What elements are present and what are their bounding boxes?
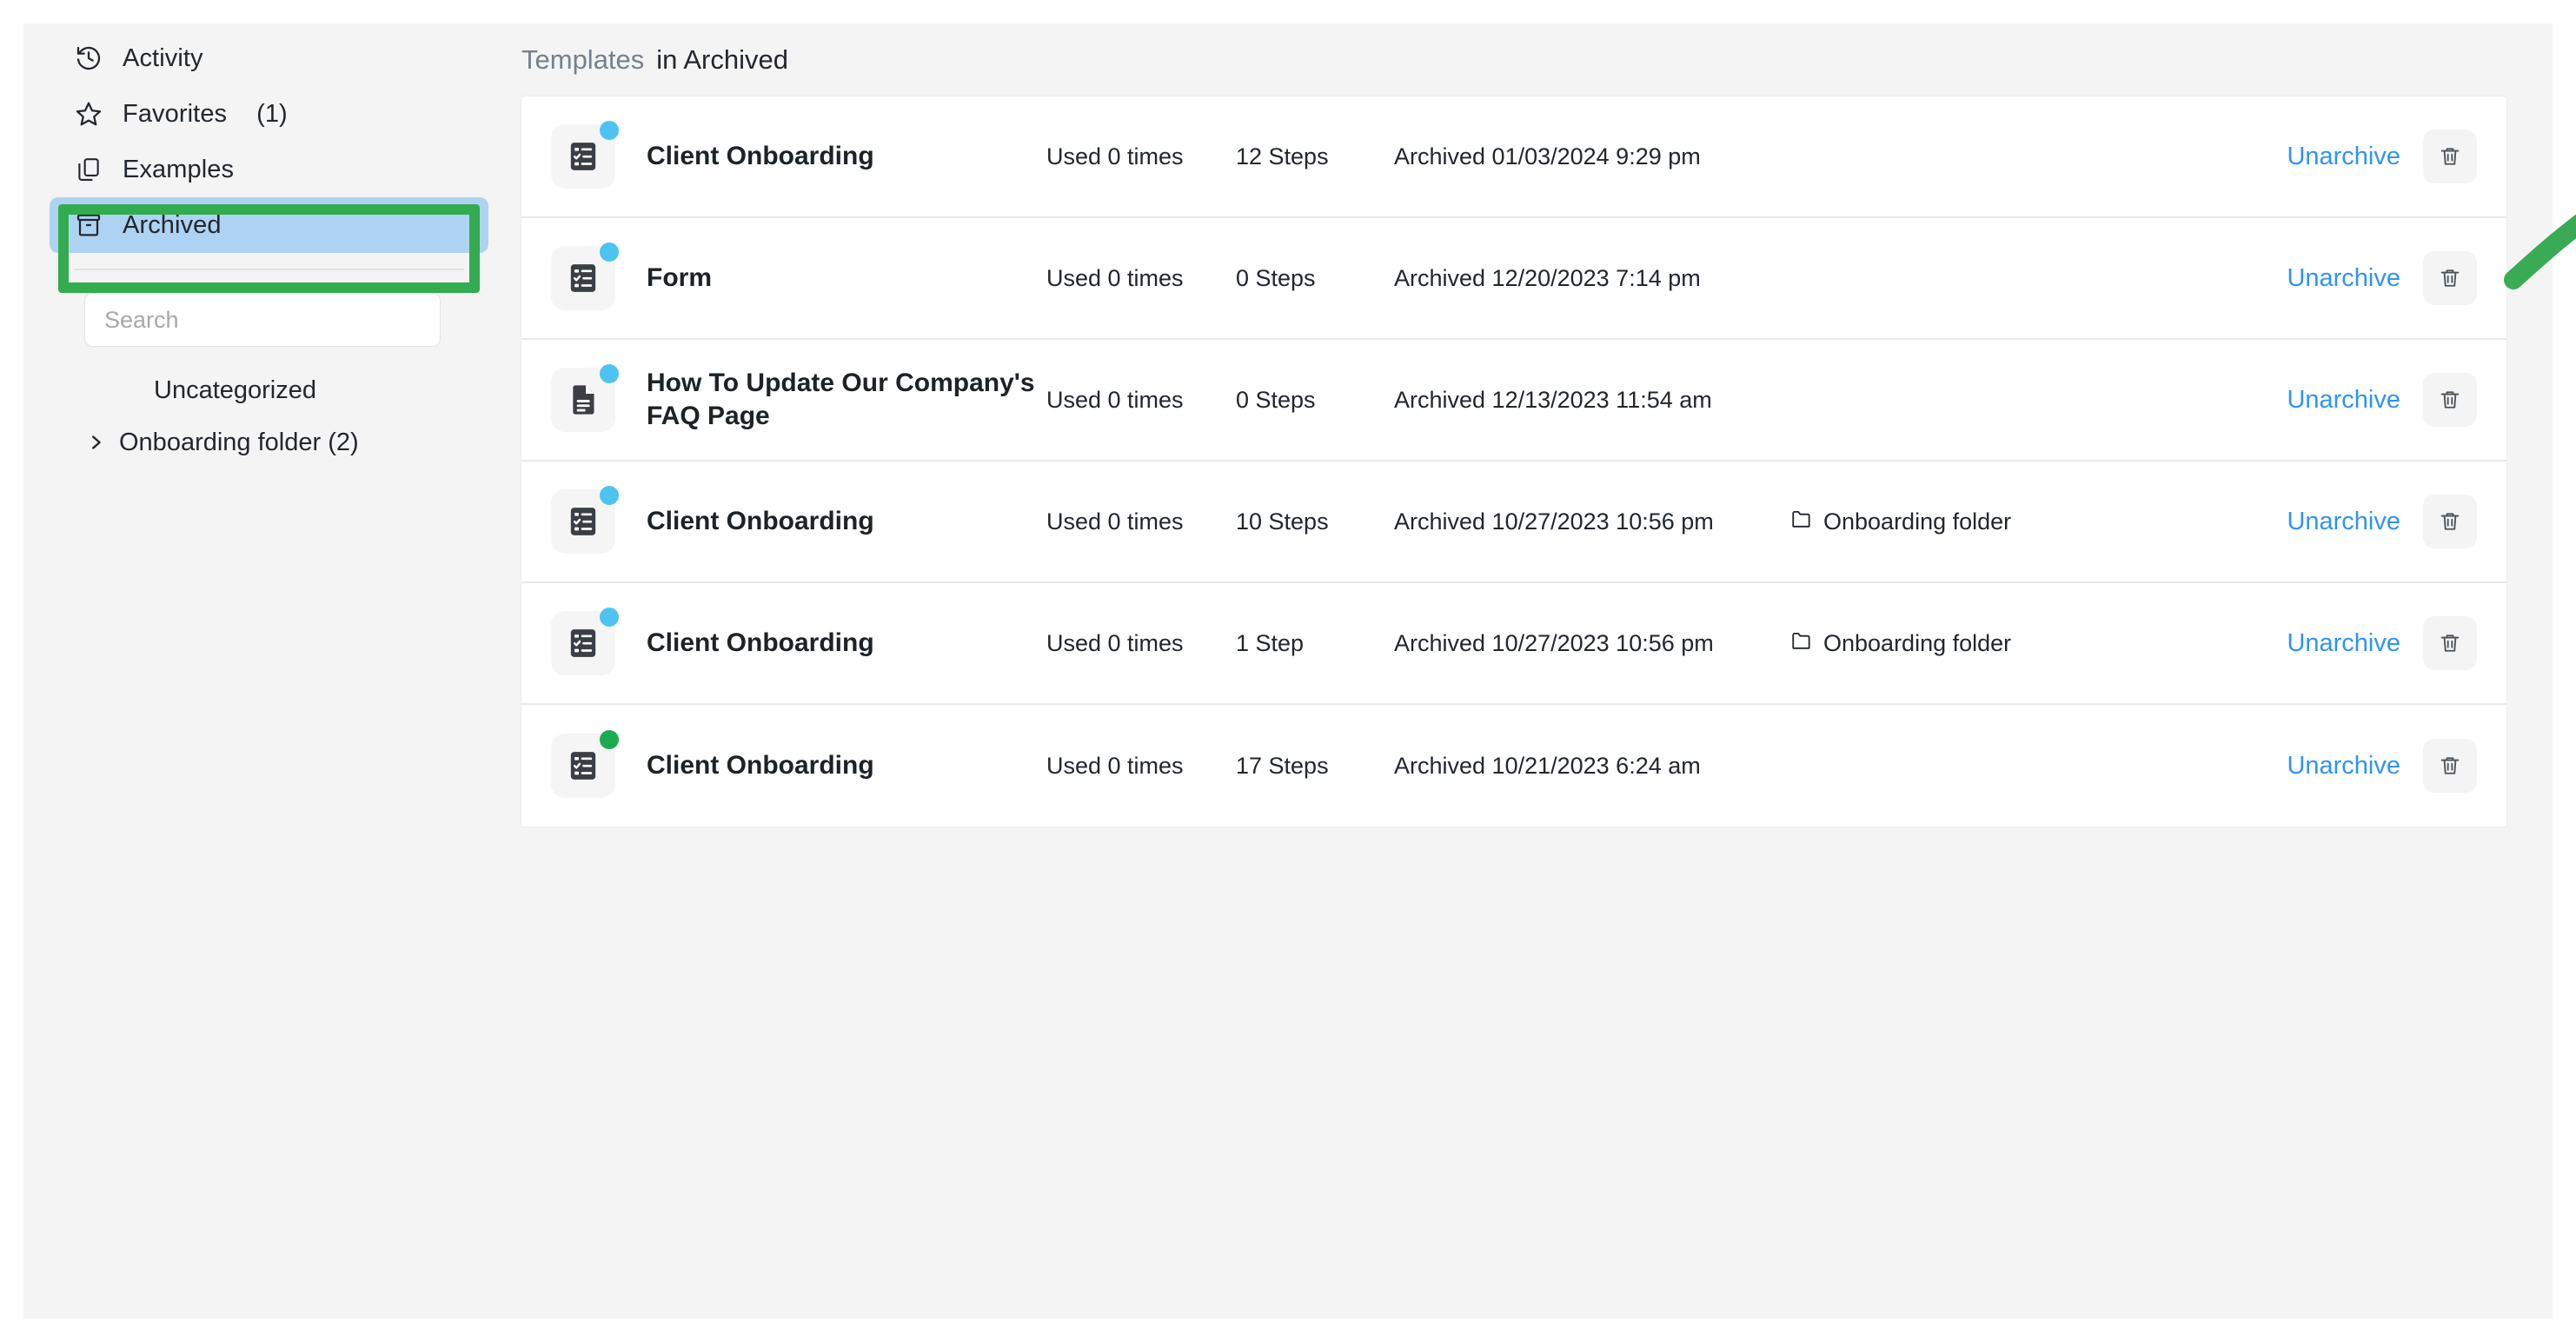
archived-date: Archived 10/21/2023 6:24 am [1394, 752, 1701, 779]
page-title-muted: Templates [521, 44, 645, 75]
sidebar-tree-uncategorized[interactable]: Uncategorized [84, 364, 515, 416]
steps-count: 1 Step [1236, 629, 1305, 656]
steps-count: 0 Steps [1236, 386, 1316, 413]
app-root: Activity Favorites (1) Examples Archived… [23, 23, 2576, 1319]
status-badge [600, 486, 619, 505]
archive-box-icon [74, 210, 103, 240]
template-title: Client Onboarding [647, 750, 874, 780]
folder-name: Onboarding folder [1823, 508, 2012, 535]
table-row[interactable]: Client Onboarding Used 0 times 1 Step Ar… [521, 583, 2506, 705]
annotation-arrow [2504, 214, 2576, 289]
sidebar-item-archived[interactable]: Archived [50, 197, 488, 253]
unarchive-button[interactable]: Unarchive [2287, 508, 2400, 536]
delete-button[interactable] [2423, 130, 2477, 183]
unarchive-button[interactable]: Unarchive [2287, 264, 2400, 293]
sidebar-item-label: Activity [123, 43, 203, 72]
checklist-icon [551, 121, 619, 189]
template-title: Client Onboarding [647, 628, 874, 657]
star-icon [74, 99, 103, 129]
delete-button[interactable] [2423, 739, 2477, 793]
archived-date: Archived 10/27/2023 10:56 pm [1394, 508, 1714, 535]
steps-count: 0 Steps [1236, 264, 1316, 291]
table-row[interactable]: Form Used 0 times 0 Steps Archived 12/20… [521, 218, 2506, 340]
unarchive-button[interactable]: Unarchive [2287, 629, 2400, 658]
sidebar-item-activity[interactable]: Activity [50, 30, 488, 86]
page-title: Templates in Archived [515, 23, 2553, 96]
sidebar-item-label: Examples [123, 155, 235, 183]
used-count: Used 0 times [1046, 752, 1184, 779]
folder-cell: Onboarding folder [1768, 508, 2055, 536]
table-row[interactable]: Client Onboarding Used 0 times 17 Steps … [521, 705, 2506, 827]
status-badge [600, 242, 619, 262]
delete-button[interactable] [2423, 251, 2477, 305]
status-badge [600, 730, 619, 749]
steps-count: 17 Steps [1236, 752, 1329, 779]
archived-date: Archived 12/13/2023 11:54 am [1394, 386, 1712, 413]
template-title: Form [647, 262, 712, 292]
tree-item-label: Onboarding folder (2) [119, 428, 359, 456]
sidebar-item-label: Archived [123, 210, 222, 239]
sidebar-search-wrapper [23, 270, 515, 347]
archived-nav-wrapper: Archived [23, 197, 515, 253]
archived-date: Archived 12/20/2023 7:14 pm [1394, 264, 1701, 291]
used-count: Used 0 times [1046, 629, 1184, 656]
status-badge [600, 608, 619, 627]
sidebar-tree-onboarding-folder[interactable]: Onboarding folder (2) [84, 416, 515, 468]
template-title: How To Update Our Company's FAQ Page [647, 368, 1035, 430]
archived-date: Archived 10/27/2023 10:56 pm [1394, 629, 1714, 656]
unarchive-button[interactable]: Unarchive [2287, 752, 2400, 781]
used-count: Used 0 times [1046, 143, 1184, 169]
chevron-right-icon[interactable] [84, 433, 107, 452]
document-icon [551, 364, 619, 432]
page-title-strong: in Archived [656, 44, 788, 75]
checklist-icon [551, 608, 619, 675]
checklist-icon [551, 242, 619, 310]
folder-icon [1790, 629, 1813, 658]
checklist-icon [551, 730, 619, 798]
main-content: Templates in Archived Client Onboarding … [515, 23, 2576, 1319]
history-icon [74, 43, 103, 73]
checklist-icon [551, 486, 619, 554]
unarchive-button[interactable]: Unarchive [2287, 386, 2400, 415]
delete-button[interactable] [2423, 616, 2477, 670]
table-row[interactable]: How To Update Our Company's FAQ Page Use… [521, 340, 2506, 462]
folder-icon [1790, 508, 1813, 536]
template-title: Client Onboarding [647, 506, 874, 535]
status-badge [600, 364, 619, 383]
steps-count: 10 Steps [1236, 508, 1329, 535]
delete-button[interactable] [2423, 495, 2477, 548]
table-row[interactable]: Client Onboarding Used 0 times 12 Steps … [521, 96, 2506, 218]
search-input[interactable] [84, 293, 441, 347]
used-count: Used 0 times [1046, 386, 1184, 413]
steps-count: 12 Steps [1236, 143, 1329, 169]
used-count: Used 0 times [1046, 264, 1184, 291]
used-count: Used 0 times [1046, 508, 1184, 535]
sidebar-item-label: Favorites [123, 99, 228, 128]
archived-date: Archived 01/03/2024 9:29 pm [1394, 143, 1701, 169]
sidebar-item-examples[interactable]: Examples [50, 142, 488, 197]
template-title: Client Onboarding [647, 141, 874, 170]
copy-icon [74, 155, 103, 184]
sidebar: Activity Favorites (1) Examples Archived… [23, 23, 515, 1319]
tree-item-label: Uncategorized [154, 375, 316, 404]
folder-name: Onboarding folder [1823, 629, 2012, 656]
favorites-count: (1) [256, 99, 288, 128]
folder-cell: Onboarding folder [1768, 629, 2055, 658]
templates-table: Client Onboarding Used 0 times 12 Steps … [521, 96, 2506, 827]
unarchive-button[interactable]: Unarchive [2287, 143, 2400, 171]
table-row[interactable]: Client Onboarding Used 0 times 10 Steps … [521, 462, 2506, 583]
sidebar-item-favorites[interactable]: Favorites (1) [50, 86, 488, 142]
delete-button[interactable] [2423, 373, 2477, 427]
status-badge [600, 121, 619, 140]
